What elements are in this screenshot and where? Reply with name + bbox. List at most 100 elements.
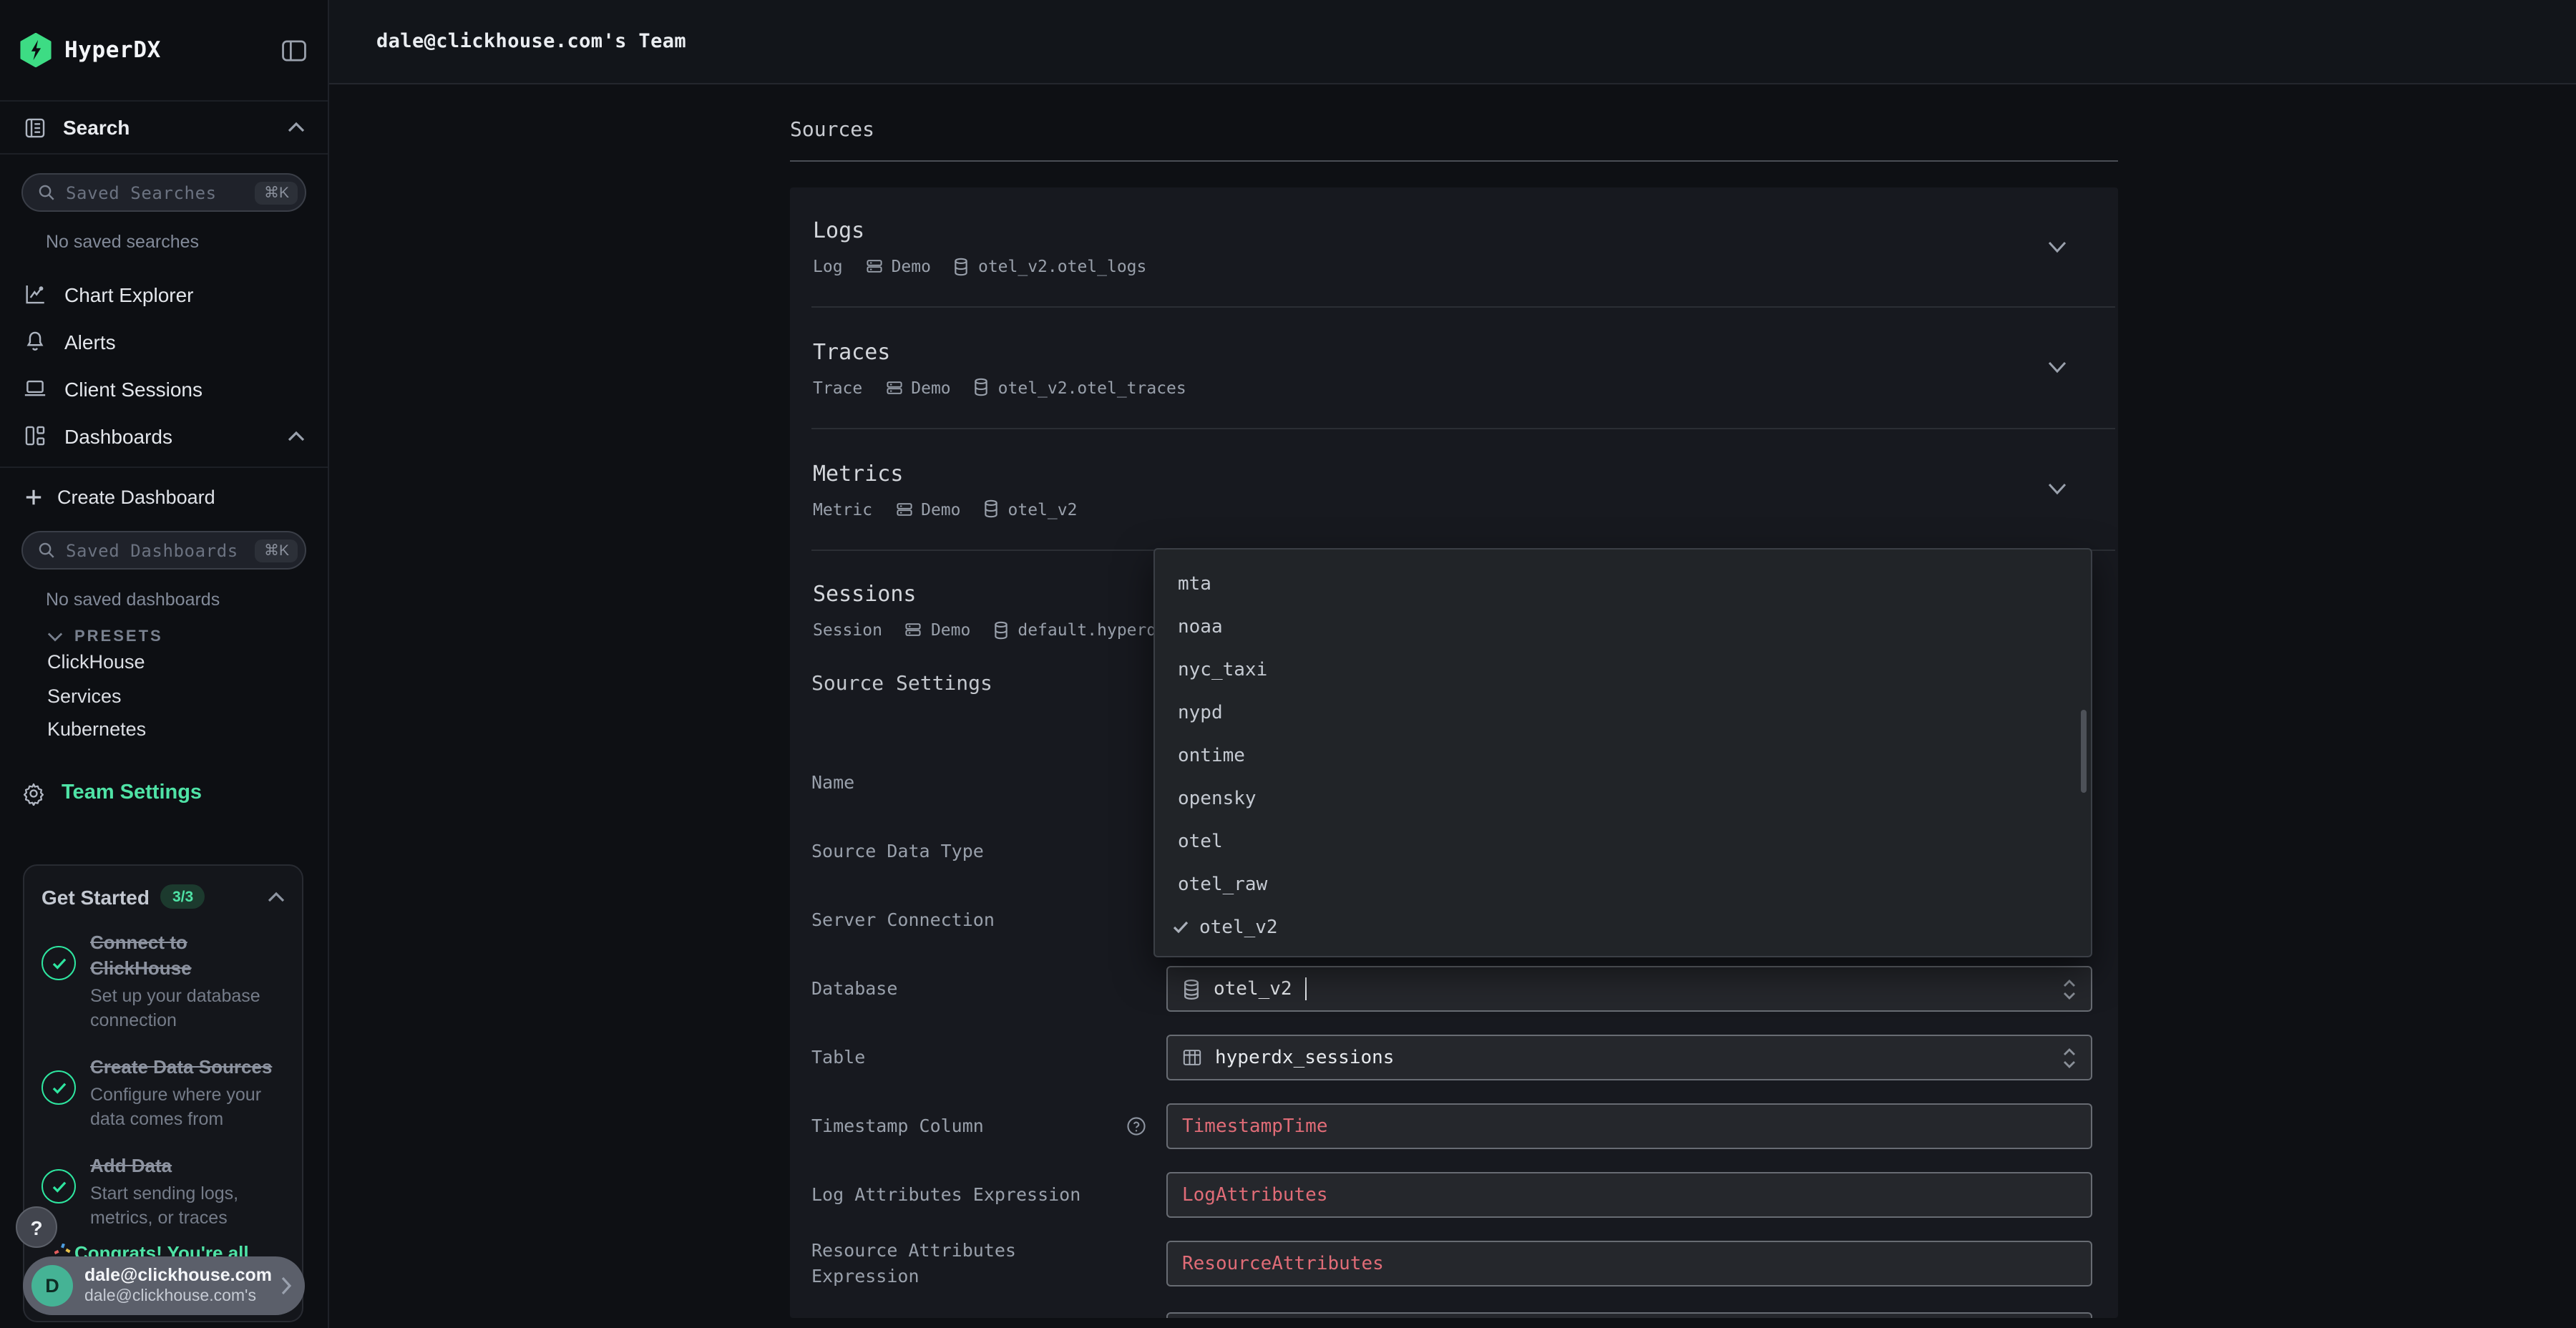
- database-icon: [993, 620, 1009, 639]
- form-row-table: Table hyperdx_sessions: [790, 1023, 2118, 1092]
- server-connection-label: Server Connection: [790, 907, 1166, 933]
- saved-dashboards-placeholder: Saved Dashboards: [66, 540, 238, 560]
- form-row-resource-attributes: Resource Attributes Expression ResourceA…: [790, 1229, 2118, 1298]
- preset-kubernetes[interactable]: Kubernetes: [0, 713, 328, 746]
- get-started-item-title: Connect to ClickHouse: [90, 930, 285, 982]
- dashboards-icon: [23, 424, 47, 448]
- create-dashboard-button[interactable]: Create Dashboard: [0, 468, 328, 527]
- log-attributes-input[interactable]: LogAttributes: [1166, 1172, 2092, 1218]
- dropdown-scrollbar[interactable]: [2081, 710, 2087, 793]
- chevron-right-icon: [280, 1276, 292, 1295]
- get-started-item-subtitle: Start sending logs, metrics, or traces: [90, 1182, 285, 1231]
- bell-icon: [23, 329, 47, 353]
- server-icon: [866, 258, 883, 275]
- presets-toggle[interactable]: PRESETS: [47, 628, 328, 645]
- table-value: hyperdx_sessions: [1215, 1047, 1394, 1068]
- sidebar-item-dashboards[interactable]: Dashboards: [0, 412, 328, 459]
- table-select[interactable]: hyperdx_sessions: [1166, 1035, 2092, 1080]
- label-text: Timestamp Column: [811, 1113, 984, 1139]
- get-started-progress-badge: 3/3: [161, 884, 205, 909]
- check-icon: [1172, 920, 1189, 934]
- dropdown-option-noaa[interactable]: noaa: [1155, 605, 2091, 648]
- preset-services[interactable]: Services: [0, 679, 328, 713]
- preset-clickhouse[interactable]: ClickHouse: [0, 645, 328, 679]
- option-label: ontime: [1178, 745, 1245, 766]
- dropdown-option-nyc-taxi[interactable]: nyc_taxi: [1155, 648, 2091, 691]
- sidebar-item-label: Alerts: [64, 330, 116, 353]
- source-type: Session: [813, 620, 882, 640]
- source-card-metrics[interactable]: Metrics Metric Demo otel_v2: [790, 429, 2118, 550]
- dropdown-option-opensky[interactable]: opensky: [1155, 777, 2091, 820]
- sidebar-item-chart-explorer[interactable]: Chart Explorer: [0, 270, 328, 318]
- source-table: otel_v2.otel_logs: [978, 256, 1146, 276]
- source-type: Metric: [813, 499, 872, 519]
- server-icon: [885, 379, 902, 396]
- sources-heading: Sources: [790, 119, 2118, 142]
- plus-icon: [24, 488, 43, 507]
- saved-searches-input[interactable]: Saved Searches ⌘K: [21, 173, 306, 212]
- chevron-down-icon[interactable]: [2048, 240, 2067, 253]
- dropdown-option-nypd[interactable]: nypd: [1155, 691, 2091, 734]
- check-circle-icon: [42, 1169, 76, 1204]
- option-label: mta: [1178, 573, 1211, 595]
- help-button[interactable]: ?: [16, 1206, 57, 1248]
- collapse-sidebar-icon[interactable]: [280, 38, 308, 62]
- dropdown-option-otel-v2-selected[interactable]: otel_v2: [1155, 906, 2091, 949]
- source-table: otel_v2.otel_traces: [998, 377, 1186, 397]
- form-row-database: Database otel_v2: [790, 954, 2118, 1023]
- dropdown-option-ontime[interactable]: ontime: [1155, 734, 2091, 777]
- sidebar-item-client-sessions[interactable]: Client Sessions: [0, 365, 328, 412]
- log-attributes-value: LogAttributes: [1182, 1184, 1328, 1206]
- preset-label: Kubernetes: [47, 719, 146, 741]
- resource-attributes-input[interactable]: ResourceAttributes: [1166, 1241, 2092, 1286]
- get-started-item-add-data[interactable]: Add Data Start sending logs, metrics, or…: [42, 1153, 285, 1231]
- source-title: Metrics: [813, 460, 2095, 486]
- get-started-item-title: Create Data Sources: [90, 1055, 285, 1080]
- sidebar-section-search[interactable]: Search: [0, 100, 328, 155]
- user-menu[interactable]: D dale@clickhouse.com dale@clickhouse.co…: [23, 1256, 305, 1315]
- heading-divider: [790, 160, 2118, 162]
- chevron-down-icon[interactable]: [2048, 361, 2067, 374]
- team-settings-link[interactable]: Team Settings: [0, 781, 328, 805]
- timestamp-column-input[interactable]: TimestampTime: [1166, 1103, 2092, 1149]
- label-line1: Resource Attributes: [811, 1238, 1016, 1264]
- help-circle-icon[interactable]: [1126, 1116, 1146, 1136]
- search-icon: [37, 541, 56, 560]
- timestamp-column-value: TimestampTime: [1182, 1115, 1328, 1137]
- gear-icon: [21, 781, 46, 805]
- get-started-item-title: Add Data: [90, 1153, 285, 1179]
- get-started-item-subtitle: Set up your database connection: [90, 985, 285, 1033]
- timestamp-column-label: Timestamp Column: [790, 1113, 1166, 1139]
- resource-attributes-value: ResourceAttributes: [1182, 1253, 1384, 1274]
- chevron-down-icon: [47, 631, 63, 643]
- source-card-logs[interactable]: Logs Log Demo otel_v2.otel_logs: [790, 187, 2118, 306]
- get-started-item-connect[interactable]: Connect to ClickHouse Set up your databa…: [42, 930, 285, 1033]
- sidebar-item-label: Chart Explorer: [64, 283, 194, 306]
- help-label: ?: [30, 1216, 42, 1239]
- server-icon: [895, 500, 912, 517]
- log-attributes-label: Log Attributes Expression: [790, 1182, 1166, 1208]
- preset-label: Services: [47, 685, 122, 707]
- sidebar-item-alerts[interactable]: Alerts: [0, 318, 328, 365]
- option-label: nyc_taxi: [1178, 659, 1267, 680]
- get-started-item-sources[interactable]: Create Data Sources Configure where your…: [42, 1055, 285, 1132]
- dropdown-option-otel[interactable]: otel: [1155, 820, 2091, 863]
- dropdown-option-otel-raw[interactable]: otel_raw: [1155, 863, 2091, 906]
- database-icon: [974, 378, 990, 396]
- saved-dashboards-input[interactable]: Saved Dashboards ⌘K: [21, 531, 306, 570]
- database-select[interactable]: otel_v2: [1166, 966, 2092, 1012]
- database-dropdown: mta noaa nyc_taxi nypd ontime opensky ot…: [1153, 548, 2092, 957]
- name-label: Name: [790, 770, 1166, 796]
- database-icon: [954, 257, 970, 275]
- sidebar-item-label: Dashboards: [64, 424, 172, 447]
- source-card-traces[interactable]: Traces Trace Demo otel_v2.otel_traces: [790, 308, 2118, 428]
- option-label: noaa: [1178, 616, 1223, 638]
- source-meta: Trace Demo otel_v2.otel_traces: [813, 377, 2095, 397]
- dropdown-option-mta[interactable]: mta: [1155, 562, 2091, 605]
- chevron-down-icon[interactable]: [2048, 482, 2067, 495]
- chart-explorer-icon: [23, 282, 47, 306]
- source-connection: Demo: [931, 620, 970, 640]
- option-label: otel: [1178, 831, 1223, 852]
- search-panel-icon: [23, 115, 47, 140]
- get-started-header[interactable]: Get Started 3/3: [42, 884, 285, 909]
